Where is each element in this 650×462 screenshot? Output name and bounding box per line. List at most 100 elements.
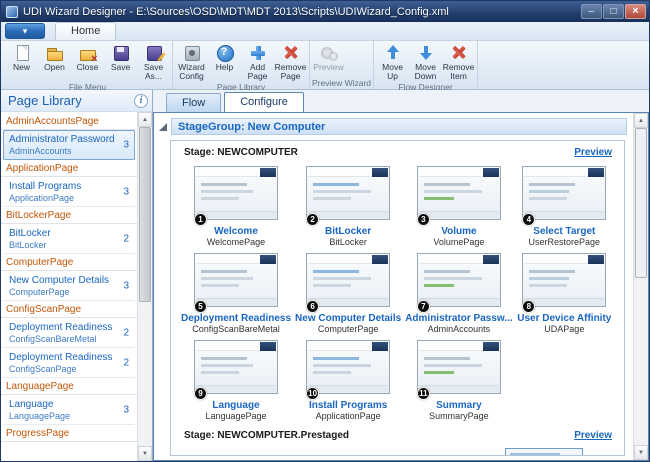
page-library-item[interactable]: New Computer DetailsComputerPage3 — [3, 271, 135, 301]
close-button[interactable]: Close — [71, 43, 104, 73]
page-number-badge: 9 — [194, 387, 207, 400]
configure-panel: StageGroup: New Computer Stage: NEWCOMPU… — [153, 112, 649, 461]
open-button[interactable]: Open — [38, 43, 71, 73]
flow-page-item[interactable]: 10Install ProgramsApplicationPage — [293, 337, 403, 424]
flow-page-item[interactable]: 6New Computer DetailsComputerPage — [293, 250, 403, 337]
close-button[interactable] — [625, 4, 646, 19]
move-up-icon — [384, 44, 402, 62]
page-number-badge: 8 — [522, 300, 535, 313]
stage-label: Stage: NEWCOMPUTER.Prestaged — [184, 430, 349, 441]
info-icon[interactable]: i — [134, 94, 148, 108]
new-button[interactable]: New — [5, 43, 38, 73]
flow-page-item[interactable]: 2 BitLockerBitLocker — [293, 163, 403, 250]
scroll-down-icon[interactable] — [634, 445, 648, 460]
page-title: BitLocker — [325, 226, 371, 237]
page-type: AdminAccounts — [428, 324, 491, 334]
flow-page-item[interactable]: 11SummarySummaryPage — [403, 337, 514, 424]
maximize-button[interactable] — [603, 4, 624, 19]
add-page-button[interactable]: Add Page — [241, 43, 274, 82]
page-thumbnail — [306, 340, 390, 394]
sidebar-scroll-track — [138, 127, 152, 446]
flow-page-item[interactable]: 8User Device AffinityUDAPage — [515, 250, 614, 337]
page-title: New Computer Details — [295, 313, 401, 324]
move-down-button[interactable]: Move Down — [409, 43, 442, 82]
sidebar-scroll-thumb[interactable] — [139, 127, 151, 302]
save-as-button[interactable]: Save As... — [137, 43, 170, 82]
open-folder-icon — [46, 44, 64, 62]
page-library-group-header[interactable]: BitLockerPage — [1, 207, 137, 224]
page-number-badge: 7 — [417, 300, 430, 313]
flow-page-item[interactable]: 1WelcomeWelcomePage — [179, 163, 293, 250]
page-type: ConfigScanBareMetal — [192, 324, 280, 334]
page-title: Language — [212, 400, 259, 411]
page-title: Summary — [436, 400, 482, 411]
page-thumbnail — [194, 340, 278, 394]
page-type: ApplicationPage — [316, 411, 381, 421]
page-thumbnail — [306, 253, 390, 307]
preview-icon — [320, 44, 338, 62]
remove-page-icon — [282, 44, 300, 62]
ribbon: NewOpenCloseSaveSave As...File MenuWizar… — [1, 41, 649, 90]
page-library-group-header[interactable]: ComputerPage — [1, 254, 137, 271]
page-number-badge: 4 — [522, 213, 535, 226]
remove-item-button[interactable]: Remove Item — [442, 43, 475, 82]
page-title: Welcome — [214, 226, 258, 237]
page-number-badge: 11 — [417, 387, 430, 400]
page-thumbnail-partial[interactable] — [505, 448, 583, 456]
page-library-sidebar: Page Library i AdminAccountsPageAdminist… — [1, 90, 153, 461]
item-count-badge: 3 — [123, 281, 129, 292]
flow-page-item[interactable]: 9 LanguageLanguagePage — [179, 337, 293, 424]
help-button[interactable]: Help — [208, 43, 241, 73]
page-thumbnail — [417, 340, 501, 394]
page-library-item[interactable]: Deployment ReadinessConfigScanPage2 — [3, 348, 135, 378]
page-library-group-header[interactable]: AdminAccountsPage — [1, 113, 137, 130]
preview-link[interactable]: Preview — [574, 430, 612, 441]
scroll-up-icon[interactable] — [634, 113, 648, 128]
page-library-group-header[interactable]: ProgressPage — [1, 425, 137, 442]
tab-home[interactable]: Home — [55, 22, 116, 40]
item-count-badge: 2 — [123, 358, 129, 369]
page-library-group-header[interactable]: ConfigScanPage — [1, 301, 137, 318]
page-grid: 1WelcomeWelcomePage2BitLockerBitLocker3V… — [171, 159, 624, 424]
flow-designer-area: FlowConfigure StageGroup: New Computer S… — [153, 90, 649, 461]
ribbon-group-label: Preview Wizard — [312, 78, 371, 89]
application-menu-button[interactable] — [5, 23, 45, 39]
page-type: BitLocker — [329, 237, 367, 247]
wizard-config-button[interactable]: Wizard Config — [175, 43, 208, 82]
help-icon — [216, 44, 234, 62]
expander-icon[interactable] — [159, 123, 167, 131]
minimize-button[interactable] — [581, 4, 602, 19]
preview-link[interactable]: Preview — [574, 147, 612, 158]
flow-page-item[interactable]: 3VolumeVolumePage — [403, 163, 514, 250]
sidebar-scrollbar — [137, 112, 152, 461]
page-type: UserRestorePage — [529, 237, 601, 247]
page-library-group-header[interactable]: ApplicationPage — [1, 160, 137, 177]
page-type: ComputerPage — [318, 324, 379, 334]
scroll-down-icon[interactable] — [138, 446, 152, 461]
page-type: LanguagePage — [205, 411, 266, 421]
save-button[interactable]: Save — [104, 43, 137, 73]
flow-page-item[interactable]: 7Administrator Passw...AdminAccounts — [403, 250, 514, 337]
flow-page-item[interactable]: 5Deployment ReadinessConfigScanBareMetal — [179, 250, 293, 337]
page-library-item[interactable]: Install ProgramsApplicationPage3 — [3, 177, 135, 207]
page-thumbnail — [522, 253, 606, 307]
flow-page-item[interactable]: 4Select TargetUserRestorePage — [515, 163, 614, 250]
ribbon-tab-strip: Home — [1, 22, 649, 41]
move-up-button[interactable]: Move Up — [376, 43, 409, 82]
tab-flow[interactable]: Flow — [166, 93, 221, 112]
remove-page-button[interactable]: Remove Page — [274, 43, 307, 82]
tab-configure[interactable]: Configure — [224, 92, 304, 112]
page-library-item[interactable]: Deployment ReadinessConfigScanBareMetal2 — [3, 318, 135, 348]
app-window: UDI Wizard Designer - E:\Sources\OSD\MDT… — [0, 0, 650, 462]
ribbon-group-page-library: Wizard ConfigHelpAdd PageRemove PagePage… — [173, 41, 310, 89]
page-thumbnail — [194, 253, 278, 307]
stagegroup-header-bar[interactable]: StageGroup: New Computer — [171, 118, 627, 135]
page-library-item[interactable]: Administrator PasswordAdminAccounts3 — [3, 130, 135, 160]
page-library-group-header[interactable]: LanguagePage — [1, 378, 137, 395]
main-scroll-thumb[interactable] — [635, 128, 647, 278]
page-number-badge: 2 — [306, 213, 319, 226]
page-library-item[interactable]: LanguageLanguagePage3 — [3, 395, 135, 425]
page-library-item[interactable]: BitLockerBitLocker2 — [3, 224, 135, 254]
page-number-badge: 1 — [194, 213, 207, 226]
scroll-up-icon[interactable] — [138, 112, 152, 127]
